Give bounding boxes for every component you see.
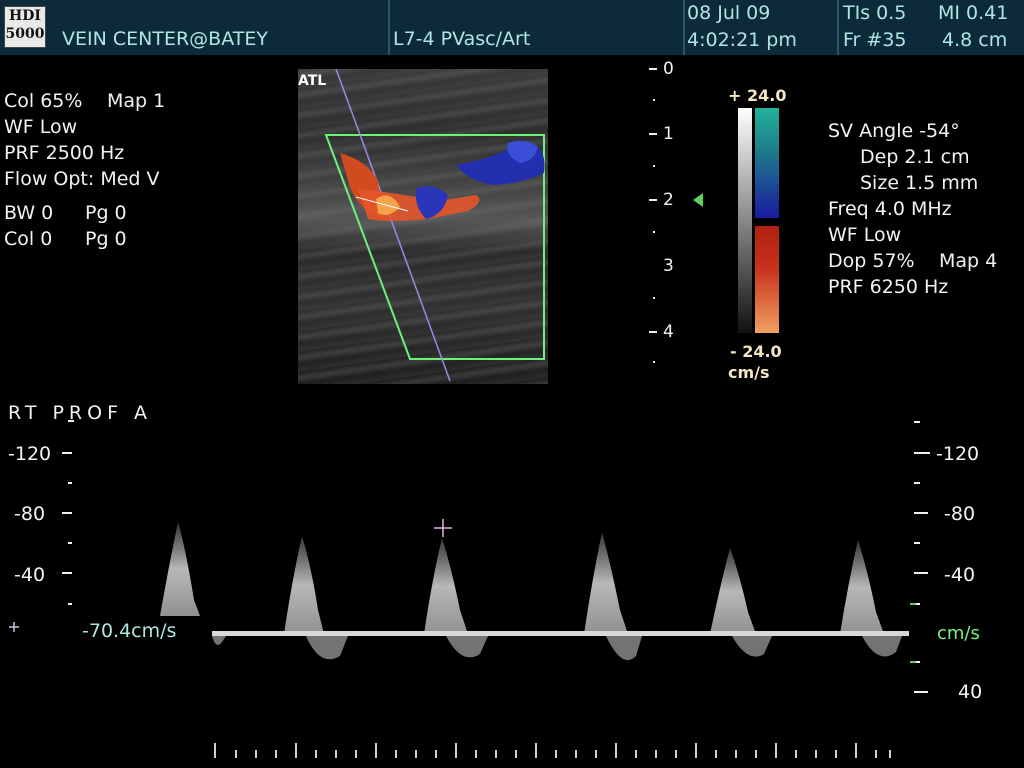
flow-opt-setting: Flow Opt: Med V	[4, 168, 160, 190]
logo-line-1: HDI	[9, 8, 41, 24]
colorbar-bottom-label: - 24.0	[730, 342, 782, 361]
velocity-measurement: -70.4cm/s	[82, 620, 177, 642]
left-scale-120: -120	[8, 443, 52, 465]
depth-label-1: 1	[663, 124, 674, 144]
spectral-waveform[interactable]	[0, 400, 1024, 768]
color-doppler-overlay	[324, 69, 545, 382]
pg-setting-1: Pg 0	[85, 202, 127, 224]
right-scale-80: -80	[944, 503, 976, 525]
spectral-unit: cm/s	[937, 623, 980, 644]
logo-line-2: 5000	[5, 26, 45, 42]
date-label: 08 Jul 09	[687, 2, 771, 24]
depth-label-2: 2	[663, 190, 674, 210]
probe-label: L7-4 PVasc/Art	[393, 28, 531, 50]
right-scale-40: -40	[944, 564, 976, 586]
wf-setting: WF Low	[4, 116, 78, 138]
pg-setting-2: Pg 0	[85, 228, 127, 250]
dop-map-setting: Map 4	[939, 250, 998, 272]
colorbar-top-label: + 24.0	[728, 86, 787, 105]
sv-angle-setting: SV Angle -54°	[828, 120, 960, 142]
hdi-logo: HDI 5000	[4, 6, 46, 48]
map-setting: Map 1	[107, 90, 166, 112]
depth-label-4: 4	[663, 322, 674, 342]
depth-label: 4.8 cm	[942, 29, 1008, 51]
dep-setting: Dep 2.1 cm	[860, 146, 970, 168]
wf-setting-right: WF Low	[828, 224, 902, 246]
prf-setting-right: PRF 6250 Hz	[828, 276, 949, 298]
colorbar-unit-label: cm/s	[728, 363, 770, 382]
bw-setting: BW 0	[4, 202, 54, 224]
depth-scale	[649, 68, 703, 363]
size-setting: Size 1.5 mm	[860, 172, 979, 194]
depth-label-3: 3	[663, 256, 674, 276]
time-label: 4:02:21 pm	[687, 29, 797, 51]
col-setting: Col 65%	[4, 90, 83, 112]
right-scale-120: -120	[936, 443, 980, 465]
mi-label: MI 0.41	[938, 2, 1009, 24]
grayscale-bar	[738, 108, 752, 333]
frame-label: Fr #35	[843, 29, 907, 51]
left-scale-80: -80	[14, 503, 46, 525]
tis-label: TIs 0.5	[843, 2, 907, 24]
col0-setting: Col 0	[4, 228, 53, 250]
freq-setting: Freq 4.0 MHz	[828, 198, 952, 220]
prf-setting: PRF 2500 Hz	[4, 142, 125, 164]
left-scale-40: -40	[14, 564, 46, 586]
depth-label-0: 0	[663, 59, 674, 79]
color-bar-negative	[755, 226, 779, 333]
header-bar: HDI 5000 VEIN CENTER@BATEY L7-4 PVasc/Ar…	[0, 0, 1024, 55]
dop-setting: Dop 57%	[828, 250, 915, 272]
color-bar-positive	[755, 108, 779, 218]
right-scale-40-positive: 40	[958, 681, 983, 703]
facility-name: VEIN CENTER@BATEY	[62, 28, 268, 50]
